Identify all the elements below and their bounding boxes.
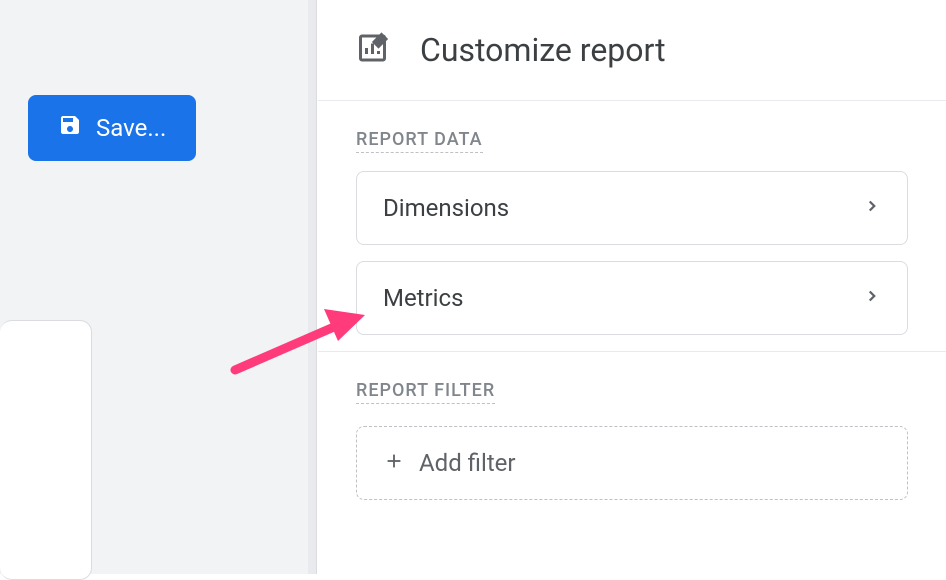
panel-header: Customize report — [318, 0, 946, 101]
chevron-right-icon — [863, 287, 881, 309]
chevron-right-icon — [863, 197, 881, 219]
report-data-section: REPORT DATA Dimensions Metrics — [318, 101, 946, 335]
metrics-row[interactable]: Metrics — [356, 261, 908, 335]
page-title: Customize report — [420, 31, 666, 69]
report-data-label: REPORT DATA — [356, 129, 483, 153]
add-filter-label: Add filter — [419, 449, 516, 477]
card-edge — [0, 320, 92, 580]
left-panel: Save... — [0, 0, 310, 574]
right-panel: Customize report REPORT DATA Dimensions … — [318, 0, 946, 574]
plus-icon — [383, 450, 405, 476]
dimensions-label: Dimensions — [383, 194, 509, 222]
report-filter-section: REPORT FILTER Add filter — [318, 352, 946, 500]
save-button-label: Save... — [96, 114, 166, 142]
metrics-label: Metrics — [383, 284, 463, 312]
save-button[interactable]: Save... — [28, 95, 196, 161]
customize-report-icon — [356, 30, 392, 70]
dimensions-row[interactable]: Dimensions — [356, 171, 908, 245]
add-filter-button[interactable]: Add filter — [356, 426, 908, 500]
report-filter-label: REPORT FILTER — [356, 380, 495, 404]
save-icon — [58, 113, 82, 143]
